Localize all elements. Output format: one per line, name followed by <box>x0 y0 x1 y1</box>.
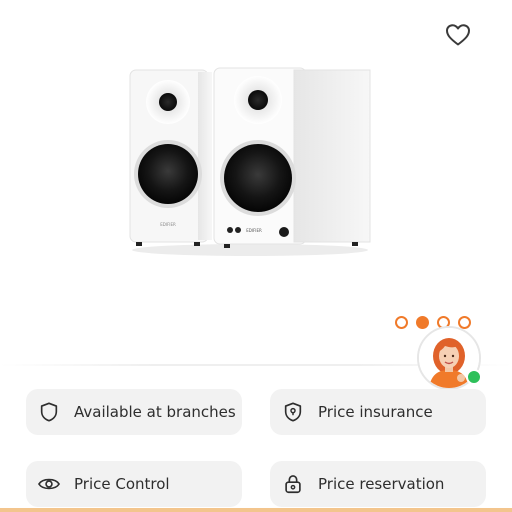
carousel-dot-1[interactable] <box>395 316 408 329</box>
support-assistant-button[interactable] <box>417 326 482 390</box>
speakers-illustration: EDIFIER EDIFIER <box>129 67 371 256</box>
brand-print-right: EDIFIER <box>246 228 262 233</box>
feature-available-at-branches[interactable]: Available at branches <box>26 389 242 435</box>
online-status-dot <box>466 369 482 385</box>
shield-icon <box>36 399 62 425</box>
feature-price-reservation[interactable]: Price reservation <box>270 461 486 507</box>
heart-icon <box>446 24 470 46</box>
feature-price-control[interactable]: Price Control <box>26 461 242 507</box>
eye-icon <box>36 471 62 497</box>
product-image[interactable]: EDIFIER EDIFIER <box>124 62 376 262</box>
shield-lock-icon <box>280 399 306 425</box>
feature-label: Price insurance <box>318 403 433 421</box>
feature-price-insurance[interactable]: Price insurance <box>270 389 486 435</box>
feature-label: Price reservation <box>318 475 445 493</box>
feature-label: Available at branches <box>74 403 236 421</box>
feature-label: Price Control <box>74 475 170 493</box>
favorite-button[interactable] <box>443 20 473 50</box>
bottom-accent-bar <box>0 508 512 512</box>
brand-print-left: EDIFIER <box>160 222 176 227</box>
lock-icon <box>280 471 306 497</box>
